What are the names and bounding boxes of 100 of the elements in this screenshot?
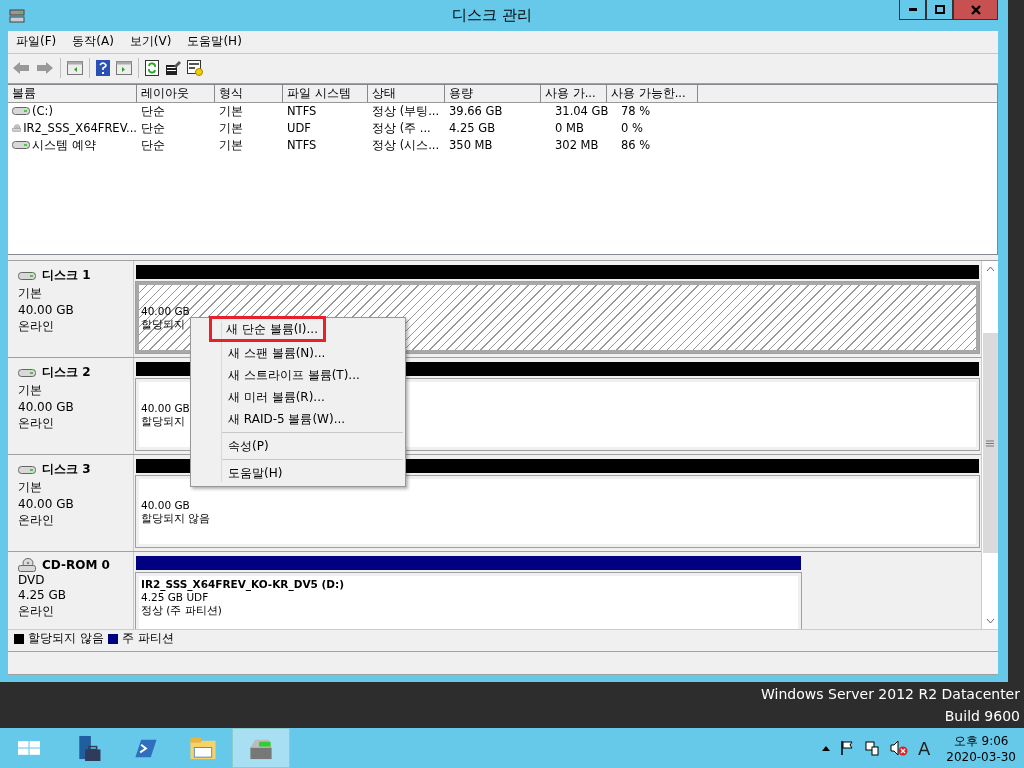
table-cell: (C:) xyxy=(32,104,53,119)
disk-type: DVD xyxy=(18,573,46,588)
disk-status: 온라인 xyxy=(18,512,55,530)
minimize-icon xyxy=(908,8,917,11)
disk-status: 온라인 xyxy=(18,318,55,336)
drive-icon xyxy=(12,140,30,151)
disk-size: 40.00 GB xyxy=(18,400,75,415)
edition-text: Build 9600 xyxy=(944,708,1020,724)
taskbar-button[interactable] xyxy=(232,728,290,768)
partition-block[interactable]: IR2_SSS_X64FREV_KO-KR_DV5 (D:) 4.25 GB UDF 정상 (주 파티션) xyxy=(136,573,801,630)
column-header[interactable]: 상태 xyxy=(368,84,445,102)
disk-type: 기본 xyxy=(18,479,43,497)
table-cell: NTFS xyxy=(287,138,317,153)
scroll-down-icon[interactable] xyxy=(985,618,995,625)
column-header[interactable]: 용량 xyxy=(445,84,541,102)
disk-name: CD-ROM 0 xyxy=(42,558,110,573)
disk-management-icon xyxy=(9,7,25,24)
table-cell: 정상 (부팅... xyxy=(372,103,440,119)
table-cell: 4.25 GB xyxy=(449,121,496,136)
partition-status: 할당되지 않음 xyxy=(141,512,211,527)
help-icon[interactable] xyxy=(96,60,110,77)
disk-name: 디스크 3 xyxy=(42,461,91,479)
disk-status: 온라인 xyxy=(18,415,55,433)
table-cell: 단순 xyxy=(141,103,165,119)
table-cell: UDF xyxy=(287,121,311,136)
edition-text: Windows Server 2012 R2 Datacenter xyxy=(761,686,1020,702)
partition-status: 정상 (주 파티션) xyxy=(141,604,222,619)
clock[interactable]: 오후 9:06 2020-03-30 xyxy=(946,732,1016,764)
menu-item[interactable]: 새 미러 볼륨(R)... xyxy=(193,386,405,408)
muted-speaker-icon[interactable] xyxy=(889,740,908,756)
table-cell: 단순 xyxy=(141,120,165,136)
table-cell: IR2_SSS_X64FREV... xyxy=(23,121,137,136)
maximize-icon xyxy=(934,5,945,14)
table-cell: 78 % xyxy=(621,104,651,119)
partition-status: 할당되지 xyxy=(141,318,185,333)
table-cell: 단순 xyxy=(141,137,165,153)
column-header[interactable]: 사용 가... xyxy=(541,84,607,102)
minimize-button[interactable] xyxy=(899,0,926,20)
disk-size: 4.25 GB xyxy=(18,588,68,603)
column-header[interactable]: 파일 시스템 xyxy=(283,84,368,102)
grip-icon[interactable] xyxy=(986,439,994,447)
column-header[interactable]: 형식 xyxy=(215,84,283,102)
scrollbar[interactable] xyxy=(981,261,998,630)
input-indicator[interactable]: A xyxy=(917,737,931,759)
scroll-up-icon[interactable] xyxy=(985,266,995,273)
table-cell: 정상 (시스... xyxy=(372,137,440,153)
disk-name: 디스크 1 xyxy=(42,267,91,285)
maximize-button[interactable] xyxy=(926,0,953,20)
partition-size: 40.00 GB xyxy=(141,402,190,415)
disk-name: 디스크 2 xyxy=(42,364,91,382)
table-cell: 시스템 예약 xyxy=(32,137,96,153)
table-cell: 0 MB xyxy=(555,121,584,136)
table-cell: 정상 (주 ... xyxy=(372,120,431,136)
partition-size: 4.25 GB UDF xyxy=(141,591,209,604)
table-cell: 0 % xyxy=(621,121,643,136)
partition-size: 40.00 GB xyxy=(141,499,190,512)
disk-size: 40.00 GB xyxy=(18,497,75,512)
column-header[interactable]: 레이아웃 xyxy=(137,84,215,102)
menu-item[interactable]: 도움말(H) xyxy=(179,33,250,51)
disk-type: 기본 xyxy=(18,382,43,400)
properties-icon[interactable] xyxy=(165,61,181,76)
forward-icon[interactable] xyxy=(36,61,54,76)
menu-item[interactable]: 동작(A) xyxy=(64,33,122,51)
table-cell: 39.66 GB xyxy=(449,104,503,119)
disk-status: 온라인 xyxy=(18,603,55,621)
table-cell: 기본 xyxy=(219,120,243,136)
windows-logo-icon xyxy=(18,741,40,755)
table-cell: 86 % xyxy=(621,138,651,153)
refresh-icon[interactable] xyxy=(145,60,159,77)
network-icon[interactable] xyxy=(863,740,880,756)
window-title: 디스크 관리 xyxy=(451,6,533,25)
close-button[interactable] xyxy=(953,0,998,20)
partition-size: 40.00 GB xyxy=(141,305,190,318)
partition-status: 할당되지 xyxy=(141,415,185,430)
table-cell: 31.04 GB xyxy=(555,104,609,119)
back-icon[interactable] xyxy=(12,61,30,76)
table-cell: 350 MB xyxy=(449,138,493,153)
column-header[interactable]: 볼륨 xyxy=(8,84,137,102)
folder-icon xyxy=(189,735,217,761)
action-pane-icon[interactable] xyxy=(116,61,132,76)
table-cell: 302 MB xyxy=(555,138,599,153)
menu-item[interactable]: 새 RAID-5 볼륨(W)... xyxy=(193,408,405,430)
disk-type: 기본 xyxy=(18,285,43,303)
legend-label: 주 파티션 xyxy=(121,630,174,648)
drive-icon xyxy=(12,106,30,117)
legend-label: 할당되지 않음 xyxy=(28,630,104,648)
table-cell: NTFS xyxy=(287,104,317,119)
pane-toggle-icon[interactable] xyxy=(67,61,83,76)
menu-item[interactable]: 새 단순 볼륨(I)... xyxy=(211,318,324,340)
table-cell: 기본 xyxy=(219,103,243,119)
show-hidden-icon[interactable] xyxy=(821,745,830,751)
menu-item[interactable]: 파일(F) xyxy=(8,33,65,51)
partition-name: IR2_SSS_X64FREV_KO-KR_DV5 (D:) xyxy=(141,578,344,591)
table-cell: 기본 xyxy=(219,137,243,153)
cd-drive-icon xyxy=(18,558,36,573)
column-header[interactable]: 사용 가능한... xyxy=(607,84,698,102)
flag-icon[interactable] xyxy=(839,740,854,756)
menu-item[interactable]: 보기(V) xyxy=(121,33,180,51)
close-icon xyxy=(970,4,981,15)
disk-size: 40.00 GB xyxy=(18,303,75,318)
